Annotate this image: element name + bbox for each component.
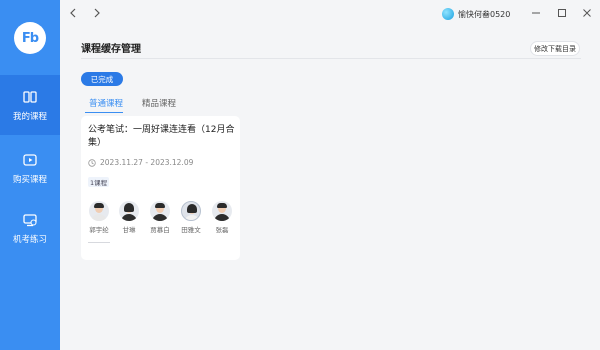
tab-premium-courses[interactable]: 精品课程 [142, 97, 176, 109]
minimize-icon[interactable] [529, 6, 543, 20]
teacher-avatar [119, 201, 139, 221]
course-title: 公考笔试：一周好课连连看（12月合集） [88, 125, 235, 148]
back-arrow-icon[interactable] [66, 6, 80, 20]
sidebar-item-my-courses[interactable]: 我的课程 [0, 75, 60, 135]
teacher-name: 甘琳 [122, 226, 136, 234]
course-count-badge: 1课程 [88, 177, 110, 187]
teacher-avatar [89, 201, 109, 221]
maximize-icon[interactable] [555, 6, 569, 20]
course-date: 2023.11.27 - 2023.12.09 [88, 158, 193, 167]
user-account[interactable]: 愉快何畚0520 [442, 6, 510, 22]
teacher-name: 张磊 [215, 226, 229, 234]
teacher-avatar [150, 201, 170, 221]
computer-exam-icon [23, 213, 37, 226]
clock-icon [88, 158, 96, 167]
edit-download-dir-button[interactable]: 修改下载目录 [530, 41, 580, 56]
close-icon[interactable] [580, 6, 594, 20]
user-avatar [442, 8, 454, 20]
sidebar-item-buy-courses[interactable]: 购买课程 [0, 138, 60, 198]
sidebar-item-exam-practice[interactable]: 机考练习 [0, 198, 60, 258]
course-card[interactable]: 公考笔试：一周好课连连看（12月合集） 2023.11.27 - 2023.12… [81, 116, 240, 260]
active-tab-indicator [85, 112, 123, 113]
tab-regular-courses[interactable]: 普通课程 [89, 97, 123, 109]
teacher-name: 郭宇纶 [89, 226, 109, 234]
divider [81, 58, 581, 59]
teacher: 田雅文 [180, 201, 202, 234]
sidebar-item-label: 我的课程 [12, 111, 47, 122]
teacher-avatar [212, 201, 232, 221]
teacher-name: 田雅文 [181, 226, 201, 234]
teacher-name: 贾慕白 [150, 226, 170, 234]
forward-arrow-icon[interactable] [90, 6, 104, 20]
teacher-avatar [181, 201, 201, 221]
username: 愉快何畚0520 [458, 9, 511, 19]
sidebar-item-label: 机考练习 [12, 234, 47, 245]
sidebar-item-label: 购买课程 [12, 174, 47, 185]
teacher: 甘琳 [118, 201, 140, 234]
book-icon [23, 90, 37, 103]
video-play-icon [23, 153, 37, 166]
date-range: 2023.11.27 - 2023.12.09 [100, 158, 194, 167]
sidebar: Fb 我的课程 购买课程 机考练习 [0, 0, 60, 350]
teacher: 张磊 [211, 201, 233, 234]
page-title: 课程缓存管理 [81, 44, 141, 55]
title-bar: 愉快何畚0520 [60, 0, 600, 28]
teacher: 郭宇纶 [88, 201, 110, 234]
app-logo: Fb [14, 22, 46, 54]
status-filter-completed[interactable]: 已完成 [81, 72, 123, 86]
divider [88, 242, 110, 243]
teacher: 贾慕白 [149, 201, 171, 234]
